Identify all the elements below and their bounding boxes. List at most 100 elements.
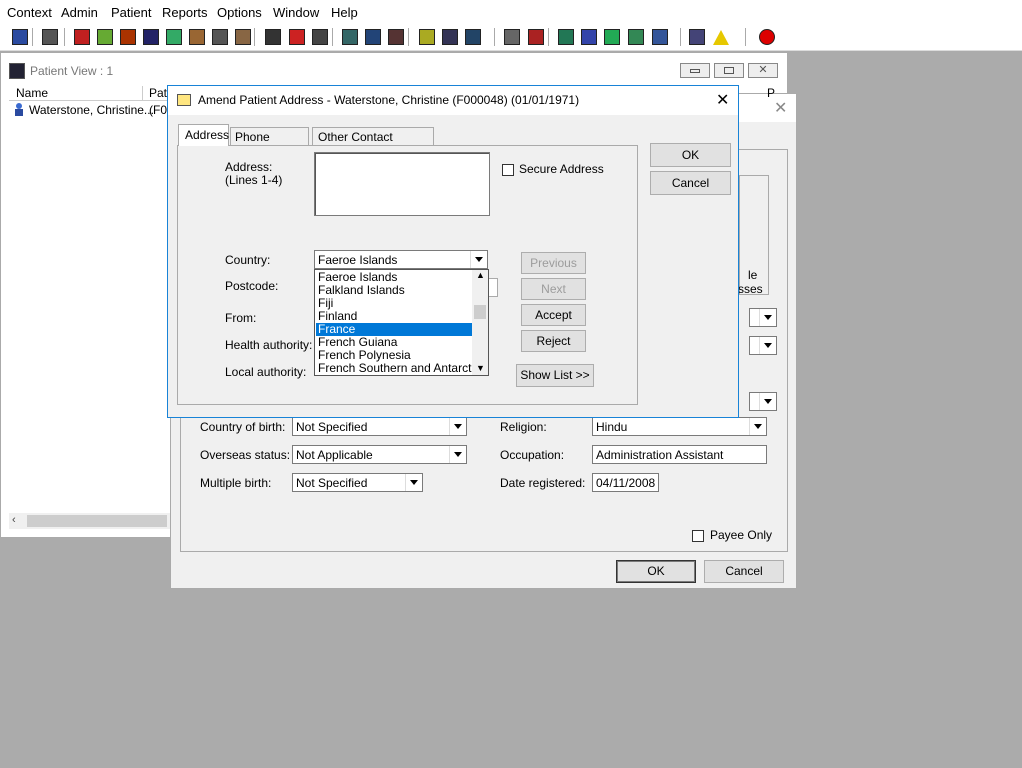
bus-icon[interactable]	[463, 27, 483, 47]
note-icon[interactable]	[417, 27, 437, 47]
country-label: Country:	[225, 253, 271, 267]
show-list-button[interactable]: Show List >>	[516, 364, 594, 387]
reject-button[interactable]: Reject	[521, 330, 586, 352]
exit-icon[interactable]	[757, 27, 777, 47]
menu-context[interactable]: Context	[7, 5, 52, 20]
check2-icon[interactable]	[602, 27, 622, 47]
amend-ok-button[interactable]: OK	[650, 143, 731, 167]
multiple-birth-select[interactable]: Not Specified	[292, 473, 423, 492]
letters-icon[interactable]	[141, 27, 161, 47]
notes-icon[interactable]	[187, 27, 207, 47]
photo-icon[interactable]	[340, 27, 360, 47]
list-item[interactable]: French Polynesia	[316, 349, 472, 362]
list-icon[interactable]	[310, 27, 330, 47]
country-select[interactable]: Faeroe Islands	[314, 250, 488, 269]
check-icon[interactable]	[579, 27, 599, 47]
overseas-status-select[interactable]: Not Applicable	[292, 445, 467, 464]
side-text-1: le	[748, 268, 758, 282]
form-icon[interactable]	[363, 27, 383, 47]
toolbar-separator	[254, 28, 255, 46]
chart-icon[interactable]	[526, 27, 546, 47]
arrows2-icon[interactable]	[650, 27, 670, 47]
amend-titlebar: Amend Patient Address - Waterstone, Chri…	[168, 86, 738, 115]
edit-icon[interactable]	[95, 27, 115, 47]
ticket-icon[interactable]	[210, 27, 230, 47]
clock-icon[interactable]	[287, 27, 307, 47]
details-cancel-button[interactable]: Cancel	[704, 560, 784, 583]
postcode-field-edge[interactable]	[488, 278, 498, 297]
patient-view-window-icon	[9, 63, 25, 79]
scroll-up-icon[interactable]: ▲	[476, 270, 485, 280]
tab-address[interactable]: Address	[178, 124, 229, 146]
printer-icon[interactable]	[40, 27, 60, 47]
tab-other-contact-methods[interactable]: Other Contact Methods	[312, 127, 434, 158]
toolbar-separator	[32, 28, 33, 46]
registers-icon[interactable]	[118, 27, 138, 47]
horizontal-scrollbar[interactable]: ‹	[9, 513, 171, 529]
details-close-icon[interactable]: ✕	[774, 98, 787, 118]
patient-view-title: Patient View : 1	[30, 64, 114, 78]
table-row[interactable]: Waterstone, Christine... (F00	[9, 101, 174, 119]
scroll-down-icon[interactable]: ▼	[476, 363, 485, 373]
warning-icon[interactable]	[711, 27, 731, 47]
details-ok-button[interactable]: OK	[616, 560, 696, 583]
address-label: Address:	[225, 160, 273, 174]
globe-icon[interactable]	[556, 27, 576, 47]
previous-button[interactable]: Previous	[521, 252, 586, 274]
menu-bar: Context Admin Patient Reports Options Wi…	[0, 0, 1022, 24]
menu-options[interactable]: Options	[217, 5, 262, 20]
secure-address-checkbox[interactable]	[502, 164, 514, 176]
search-icon[interactable]	[263, 27, 283, 47]
country-of-birth-label: Country of birth:	[200, 420, 286, 434]
disk-icon[interactable]	[386, 27, 406, 47]
column-name[interactable]: Name	[16, 86, 48, 100]
multiple-birth-label: Multiple birth:	[200, 476, 272, 490]
date-registered-label: Date registered:	[500, 476, 586, 490]
arrows-icon[interactable]	[626, 27, 646, 47]
scroll-left-icon[interactable]: ‹	[12, 514, 16, 526]
scroll-thumb[interactable]	[27, 515, 167, 527]
dialog-icon	[177, 94, 191, 106]
card-icon[interactable]	[233, 27, 253, 47]
payee-only-checkbox[interactable]	[692, 530, 704, 542]
accept-button[interactable]: Accept	[521, 304, 586, 326]
toolbar-separator	[745, 28, 746, 46]
swap-icon[interactable]	[687, 27, 707, 47]
restore-button[interactable]	[714, 63, 744, 78]
menu-reports[interactable]: Reports	[162, 5, 208, 20]
amend-title: Amend Patient Address - Waterstone, Chri…	[198, 93, 580, 107]
religion-select[interactable]: Hindu	[592, 417, 767, 436]
book-icon[interactable]	[72, 27, 92, 47]
person-icon[interactable]	[164, 27, 184, 47]
menu-admin[interactable]: Admin	[61, 5, 98, 20]
list-scroll-thumb[interactable]	[474, 305, 486, 319]
side-combo-3[interactable]	[749, 392, 777, 411]
country-of-birth-select[interactable]: Not Specified	[292, 417, 467, 436]
country-dropdown-list[interactable]: Faeroe Islands Falkland Islands Fiji Fin…	[314, 269, 489, 376]
patient-icon[interactable]	[10, 27, 30, 47]
printer2-icon[interactable]	[440, 27, 460, 47]
occupation-label: Occupation:	[500, 448, 565, 462]
right-column-header: P	[767, 86, 776, 100]
address-textarea[interactable]	[314, 152, 490, 216]
date-registered-field[interactable]: 04/11/2008	[592, 473, 659, 492]
side-combo-2[interactable]	[749, 336, 777, 355]
document-icon[interactable]	[502, 27, 522, 47]
amend-cancel-button[interactable]: Cancel	[650, 171, 731, 195]
tab-phone-number[interactable]: Phone Number	[230, 127, 309, 158]
health-authority-label: Health authority:	[225, 338, 313, 352]
minimize-button[interactable]	[680, 63, 710, 78]
list-scrollbar[interactable]: ▲ ▼	[472, 270, 488, 375]
menu-patient[interactable]: Patient	[111, 5, 151, 20]
side-text-2: sses	[738, 282, 763, 296]
menu-window[interactable]: Window	[273, 5, 319, 20]
list-item[interactable]: Falkland Islands	[316, 284, 472, 297]
patient-icon	[12, 102, 26, 116]
close-button[interactable]: ✕	[748, 63, 778, 78]
amend-close-icon[interactable]: ✕	[716, 90, 729, 110]
menu-help[interactable]: Help	[331, 5, 358, 20]
list-item[interactable]: French Southern and Antarctic L...	[316, 362, 472, 375]
side-combo-1[interactable]	[749, 308, 777, 327]
occupation-field[interactable]: Administration Assistant	[592, 445, 767, 464]
next-button[interactable]: Next	[521, 278, 586, 300]
